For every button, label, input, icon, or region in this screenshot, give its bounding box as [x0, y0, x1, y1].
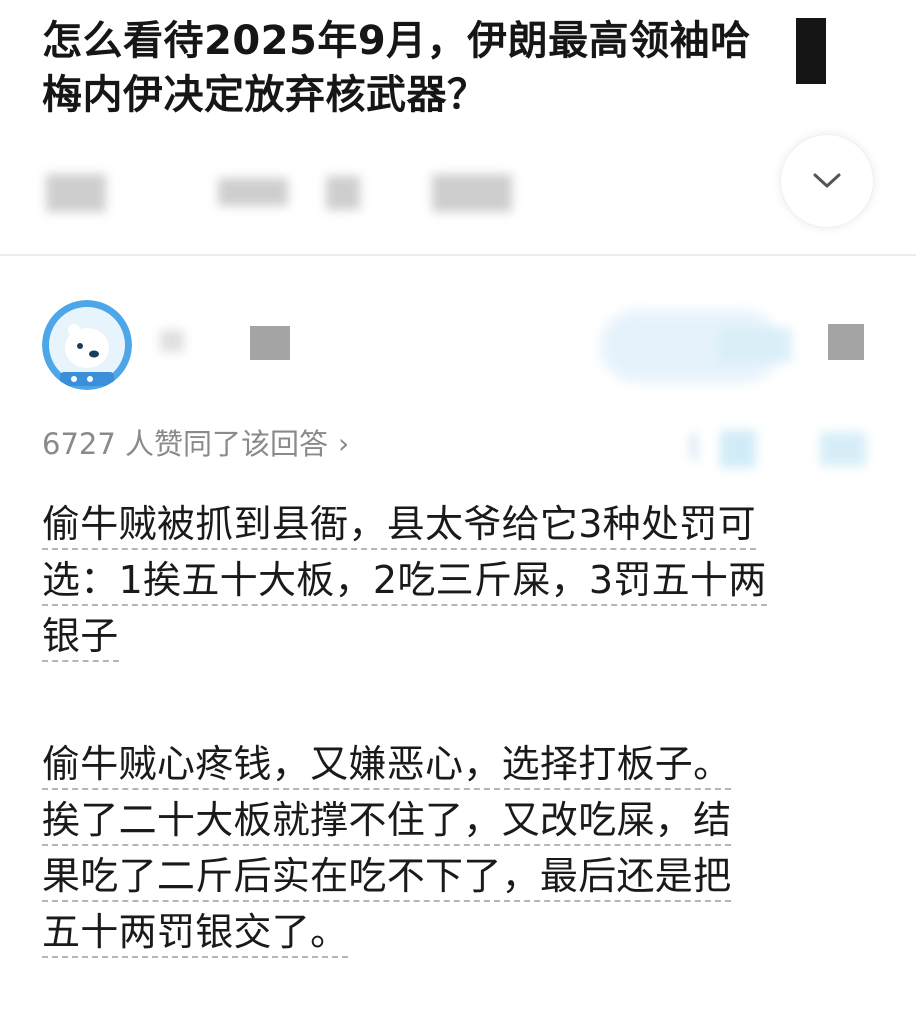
expand-question-button[interactable] [780, 134, 874, 228]
answer-text-line: 挨了二十大板就撑不住了，又改吃屎，结 [42, 792, 872, 848]
question-header: 怎么看待2025年9月，伊朗最高领袖哈 梅内伊决定放弃核武器？ [42, 14, 872, 122]
answer-meta-blurred [690, 426, 880, 470]
answer-text-line: 五十两罚银交了。 [42, 904, 872, 960]
question-title-line-1: 怎么看待2025年9月，伊朗最高领袖哈 [42, 18, 751, 64]
chevron-down-icon [813, 173, 841, 188]
answer-text-line: 选：1挨五十大板，2吃三斤屎，3罚五十两 [42, 552, 872, 608]
chevron-right-icon: › [338, 427, 350, 460]
question-title-line-2: 梅内伊决定放弃核武器？ [42, 72, 488, 118]
follow-button-blurred[interactable] [600, 306, 870, 386]
upvote-count-link[interactable]: 6727 人赞同了该回答 › [42, 424, 349, 464]
upvote-count-text: 6727 人赞同了该回答 [42, 427, 329, 461]
redaction-mark [796, 18, 826, 84]
answer-text-line: 偷牛贼被抓到县衙，县太爷给它3种处罚可 [42, 496, 872, 552]
section-divider [0, 254, 916, 256]
author-avatar[interactable] [42, 300, 132, 390]
author-name-blurred[interactable] [150, 316, 300, 366]
answer-body: 偷牛贼被抓到县衙，县太爷给它3种处罚可 选：1挨五十大板，2吃三斤屎，3罚五十两… [42, 496, 872, 960]
answer-text-line: 偷牛贼心疼钱，又嫌恶心，选择打板子。 [42, 736, 872, 792]
answer-text-line: 银子 [42, 608, 872, 664]
answer-text-line: 果吃了二斤后实在吃不下了，最后还是把 [42, 848, 872, 904]
question-meta-blurred [42, 168, 642, 218]
polar-bear-avatar-icon [42, 300, 132, 390]
